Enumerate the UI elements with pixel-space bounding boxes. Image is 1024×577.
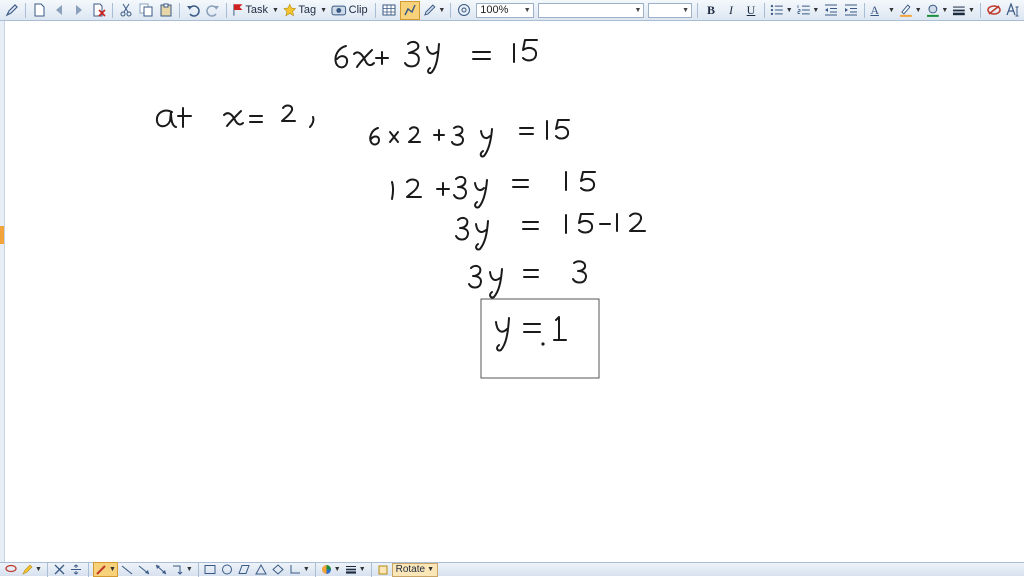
handwriting-line1 (334, 39, 538, 75)
rotate-label: Rotate (395, 564, 426, 575)
chevron-down-icon: ▼ (35, 566, 42, 573)
highlighter-icon[interactable]: ▼ (92, 562, 118, 577)
arrow-icon[interactable] (137, 563, 152, 576)
rotate-button[interactable]: Rotate ▼ (391, 562, 439, 577)
insert-space-icon[interactable] (69, 563, 84, 576)
handwriting-layer (155, 39, 646, 379)
chevron-down-icon: ▼ (108, 566, 116, 573)
pen-color-icon[interactable]: ▼ (20, 563, 43, 576)
lasso-icon[interactable] (3, 563, 18, 576)
chevron-down-icon: ▼ (333, 566, 341, 573)
axes-icon[interactable]: ▼ (288, 563, 311, 576)
parallelogram-icon[interactable] (237, 563, 252, 576)
rotate-icon[interactable] (376, 563, 391, 576)
chevron-down-icon: ▼ (302, 566, 310, 573)
circle-icon[interactable] (220, 563, 235, 576)
toolbar-separator (314, 562, 316, 577)
line-icon[interactable] (120, 563, 135, 576)
toolbar-separator (87, 562, 89, 577)
toolbar-separator (370, 562, 372, 577)
diamond-icon[interactable] (271, 563, 286, 576)
chevron-down-icon: ▼ (185, 566, 193, 573)
triangle-icon[interactable] (254, 563, 269, 576)
handwriting-line2 (369, 119, 570, 158)
toolbar-separator (46, 562, 48, 577)
handwriting-line3 (391, 171, 596, 209)
drawing-toolbar: ▼ ▼ ▼ ▼ ▼ ▼ Rotate ▼ (0, 562, 1024, 577)
handwriting-line2-label (155, 104, 315, 128)
handwriting-line4 (455, 212, 646, 251)
rectangle-icon[interactable] (203, 563, 218, 576)
chevron-down-icon: ▼ (358, 566, 366, 573)
delete-icon[interactable] (52, 563, 67, 576)
toolbar-separator (197, 562, 199, 577)
color-wheel-icon[interactable]: ▼ (320, 563, 342, 576)
answer-box (480, 298, 600, 379)
handwriting-line5 (468, 260, 588, 299)
chevron-down-icon: ▼ (427, 566, 435, 573)
line-weight-icon[interactable]: ▼ (344, 563, 367, 576)
connector-icon[interactable]: ▼ (171, 563, 194, 576)
handwriting-answer (495, 316, 567, 352)
double-arrow-icon[interactable] (154, 563, 169, 576)
